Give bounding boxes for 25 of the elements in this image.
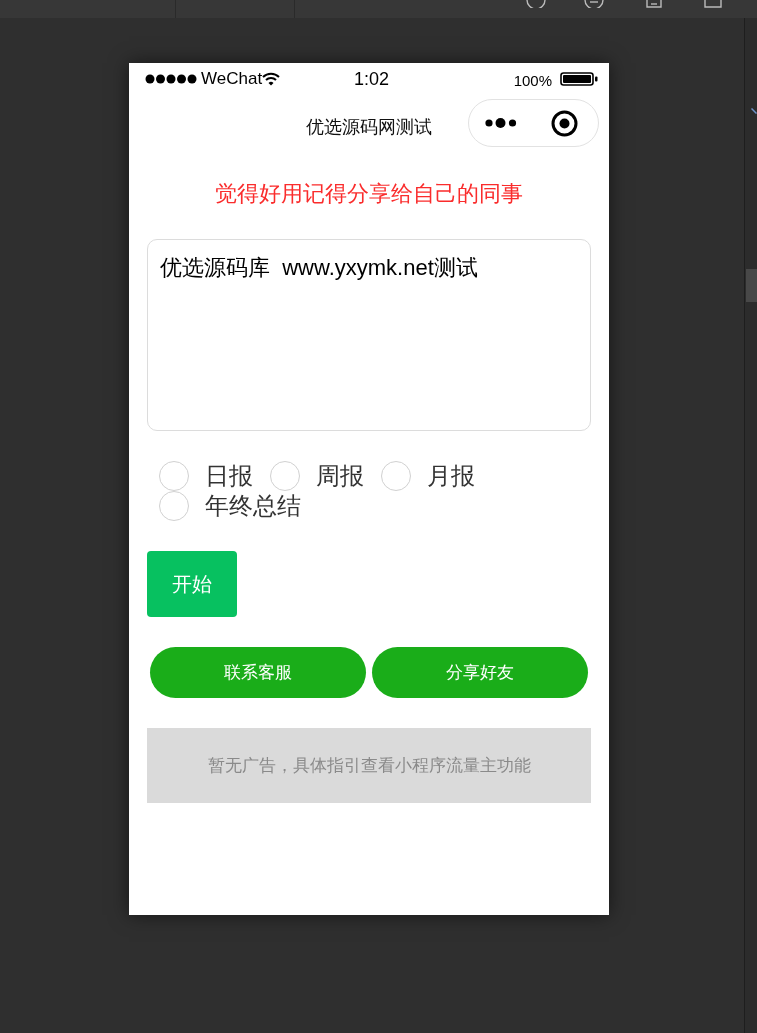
chevron-icon — [751, 108, 757, 114]
radio-icon[interactable] — [159, 491, 189, 521]
battery-icon — [560, 72, 598, 86]
scrollbar-thumb[interactable] — [746, 269, 757, 302]
wifi-icon — [262, 72, 281, 86]
text-area[interactable]: 优选源码库 www.yxymk.net测试 — [147, 239, 591, 431]
report-type-radio[interactable]: 日报 — [159, 461, 253, 491]
carrier-name: WeChat — [201, 69, 263, 89]
radio-icon[interactable] — [381, 461, 411, 491]
report-type-radio[interactable]: 周报 — [270, 461, 364, 491]
rotate-icon[interactable] — [525, 0, 547, 8]
battery-percent: 100% — [513, 70, 552, 91]
target-icon[interactable] — [551, 109, 578, 137]
report-type-radio[interactable]: 年终总结 — [159, 491, 301, 521]
radio-icon[interactable] — [270, 461, 300, 491]
circle-icon[interactable] — [584, 0, 604, 8]
page-icon[interactable] — [646, 0, 662, 8]
ad-banner: 暂无广告，具体指引查看小程序流量主功能 — [147, 728, 591, 803]
radio-icon[interactable] — [159, 461, 189, 491]
report-type-radio[interactable]: 月报 — [381, 461, 475, 491]
status-time: 1:02 — [354, 69, 390, 89]
more-dots-icon[interactable] — [485, 117, 517, 129]
banner-text: 觉得好用记得分享给自己的同事 — [215, 180, 523, 208]
nav-title: 优选源码网测试 — [306, 116, 432, 139]
signal-icon — [145, 74, 197, 84]
